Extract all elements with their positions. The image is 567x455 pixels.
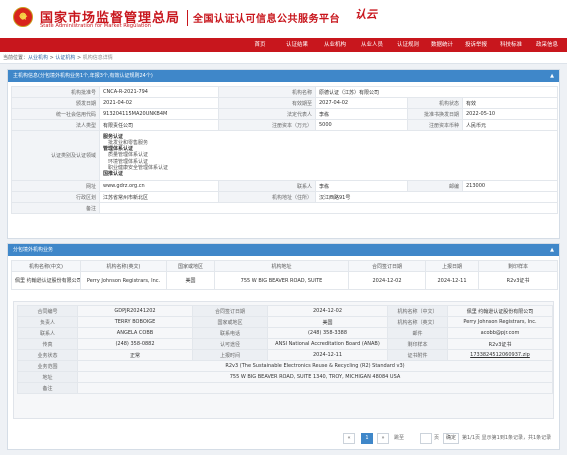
institution-address: 汉江西路91号 (314, 191, 559, 203)
prev-page-button[interactable]: « (343, 433, 355, 444)
valid-until: 2027-04-02 (315, 97, 408, 109)
header-divider (187, 10, 188, 26)
remark (98, 202, 559, 214)
main-info-table: 机构批准号 CNCA-R-2021-794 机构名称 原德认证（江苏）有限公司 … (11, 86, 559, 214)
national-emblem-icon: ★ (13, 7, 33, 27)
subcontract-table: 机构名称(中文) 机构名称(英文) 国家或地区 机构地址 合同签订日期 上报日期… (11, 260, 558, 290)
business-status: 正常 (77, 349, 193, 361)
collapse-chevron-icon[interactable]: ▲ (550, 244, 554, 256)
platform-title: 全国认证认可信息公共服务平台 (193, 14, 340, 25)
main-info-title[interactable]: 主机构信息(分包境外机构业务1个,年报3个,有效认证规则24个) ▲ (8, 70, 559, 82)
table-header-row: 机构名称(中文) 机构名称(英文) 国家或地区 机构地址 合同签订日期 上报日期… (11, 260, 558, 272)
cert-attachment-link[interactable]: 1733824512060937.zip (447, 349, 553, 361)
accreditation: ANSI National Accreditation Board (ANAB) (267, 338, 388, 350)
partner-name-cn: 佩里 约翰逊认证股份有限公司 (447, 305, 553, 317)
partner-address: 755 W BIG BEAVER ROAD, SUITE 1340, TROY,… (77, 371, 553, 383)
breadcrumb-current: 机构信息详情 (82, 55, 113, 61)
jump-to-label: 跳至 (394, 435, 405, 441)
contract-no: GDPJR20241202 (77, 305, 193, 317)
nav-item-institutions[interactable]: 从业机构 (318, 38, 352, 52)
org-name-en: State Administration for Market Regulati… (40, 23, 151, 29)
country: 美国 (267, 316, 388, 328)
partner-contact: ANGELA COBB (77, 327, 193, 339)
platform-logo: 认云 (355, 8, 377, 21)
breadcrumb: 当前位置：从业机构 > 认证机构 > 机构信息详情 (0, 52, 567, 64)
institution-name: 原德认证（江苏）有限公司 (314, 86, 559, 98)
page-input[interactable] (420, 433, 432, 444)
partner-fax: (248) 358-0882 (77, 338, 193, 350)
page-button-1[interactable]: 1 (361, 433, 373, 444)
website-link[interactable]: www.gdrz.org.cn (99, 180, 219, 192)
subcontract-title[interactable]: 分包境外机构业务 ▲ (8, 244, 559, 256)
approval-no: CNCA-R-2021-794 (99, 86, 219, 98)
partner-email: acobb@pjr.com (447, 327, 553, 339)
scope-heading: 国推认证 (103, 171, 124, 177)
main-info-panel: 主机构信息(分包境外机构业务1个,年报3个,有效认证规则24个) ▲ 机构批准号 … (7, 69, 560, 239)
partner-name-en: Perry Johnson Registrars, Inc. (447, 316, 553, 328)
sign-date: 2024-12-02 (267, 305, 388, 317)
cert-scope-list: 服务认证 批发业和零售服务 管理体系认证 质量管理体系认证 环境管理体系认证 职… (98, 130, 559, 181)
pagination-total: 第1/1页 显示第1到1条记录，共1条记录 (462, 435, 552, 441)
legal-type: 有限责任公司 (99, 119, 219, 131)
page-unit-label: 页 (434, 435, 440, 441)
detail-remark (77, 382, 553, 394)
nav-item-home[interactable]: 首页 (246, 38, 274, 52)
contact-person: 李栋 (315, 180, 408, 192)
cert-sample: R2v3证书 (447, 338, 553, 350)
breadcrumb-cert-bodies[interactable]: 认证机构 (55, 55, 75, 61)
partner-phone: (248) 358-3388 (267, 327, 388, 339)
nav-item-standards[interactable]: 科技标准 (494, 38, 528, 52)
nav-item-cert-results[interactable]: 认证结果 (280, 38, 314, 52)
admin-region: 江苏省常州市新北区 (99, 191, 219, 203)
change-date: 2022-05-10 (461, 108, 559, 120)
report-date: 2024-12-11 (267, 349, 388, 361)
credit-code: 913204115MA20UNKB4M (99, 108, 219, 120)
manager: TERRY BOBOIGE (77, 316, 193, 328)
nav-item-procurement[interactable]: 政采信息 (530, 38, 564, 52)
detail-table: 合同编号 GDPJR20241202 合同签订日期 2024-12-02 机构名… (17, 305, 553, 394)
next-page-button[interactable]: » (377, 433, 389, 444)
nav-item-statistics[interactable]: 数据统计 (425, 38, 459, 52)
business-scope: R2v3 (The Sustainable Electronics Reuse … (77, 360, 553, 372)
breadcrumb-prefix: 当前位置： (3, 55, 29, 61)
registered-capital: 5000 (315, 119, 408, 131)
nav-item-complaints[interactable]: 投诉举报 (459, 38, 493, 52)
legal-representative: 李栋 (315, 108, 408, 120)
site-header: ★ 国家市场监督管理总局 State Administration for Ma… (0, 0, 567, 38)
institution-status: 有效 (461, 97, 559, 109)
postcode: 213000 (461, 180, 559, 192)
subcontract-detail: 合同编号 GDPJR20241202 合同签订日期 2024-12-02 机构名… (13, 301, 554, 419)
breadcrumb-institutions[interactable]: 从业机构 (28, 55, 48, 61)
nav-item-personnel[interactable]: 从业人员 (355, 38, 389, 52)
confirm-button[interactable]: 确定 (443, 433, 459, 444)
collapse-chevron-icon[interactable]: ▲ (550, 70, 554, 82)
capital-currency: 人民币元 (461, 119, 559, 131)
nav-item-cert-rules[interactable]: 认证规则 (391, 38, 425, 52)
table-row[interactable]: 佩里 约翰逊认证股份有限公司 Perry Johnson Registrars,… (11, 271, 558, 290)
issue-date: 2021-04-02 (99, 97, 219, 109)
main-nav: 首页 认证结果 从业机构 从业人员 认证规则 数据统计 投诉举报 科技标准 政采… (0, 38, 567, 52)
